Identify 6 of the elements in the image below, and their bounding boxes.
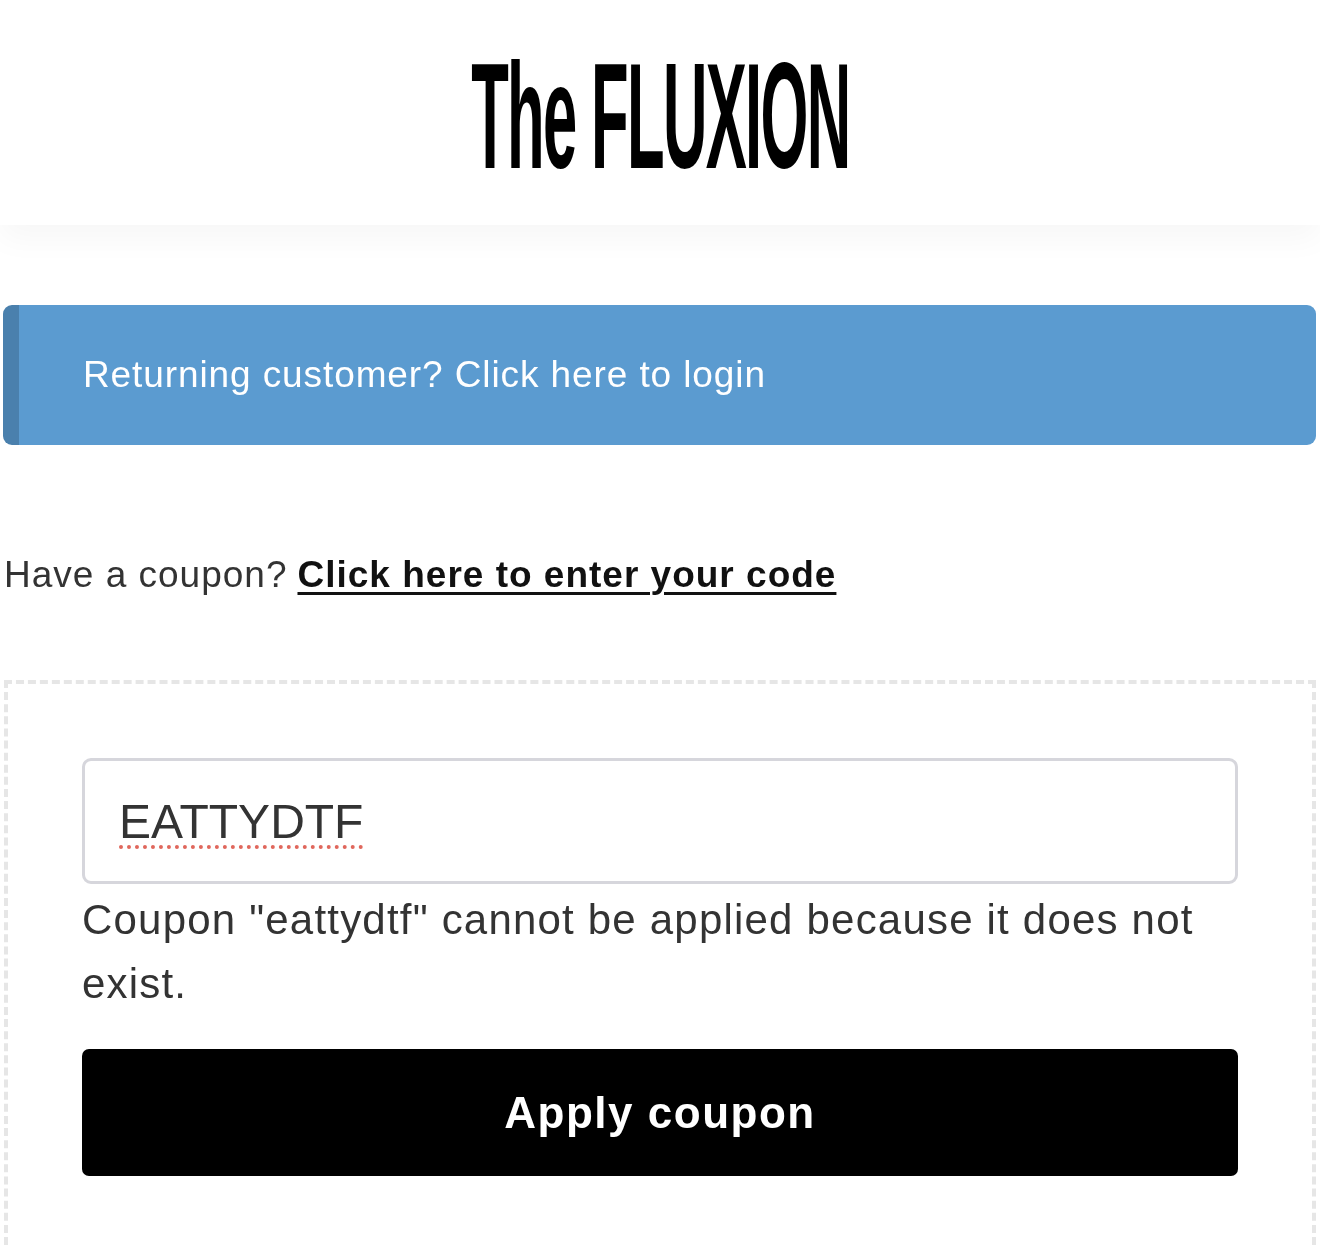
coupon-error-message: Coupon "eattydtf" cannot be applied because it does not exist.: [82, 895, 1195, 1009]
site-logo[interactable]: The FLUXION: [470, 55, 850, 176]
enter-code-link[interactable]: Click here to enter your code: [297, 554, 837, 596]
apply-coupon-button[interactable]: Apply coupon: [82, 1049, 1238, 1176]
coupon-prompt: Have a coupon?: [4, 554, 288, 596]
coupon-code-field[interactable]: EATTYDTF: [82, 758, 1238, 884]
